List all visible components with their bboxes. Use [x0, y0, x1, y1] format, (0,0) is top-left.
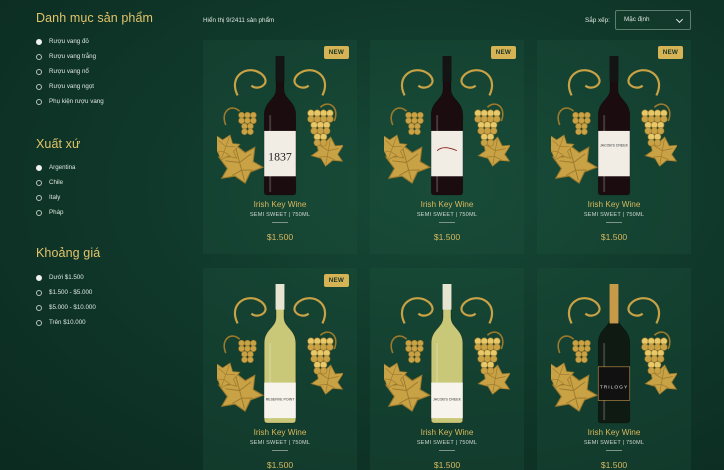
category-option-label: Rượu vang nổ [49, 68, 89, 75]
sort-label: Sắp xếp: [585, 17, 610, 24]
radio-icon[interactable] [36, 274, 42, 281]
radio-icon[interactable] [36, 319, 42, 326]
product-price: $1.500 [433, 460, 461, 470]
origin-option[interactable]: Pháp [36, 205, 81, 220]
origin-option-label: Italy [49, 194, 61, 201]
radio-icon[interactable] [36, 209, 42, 216]
price-option-label: $5.000 - $10.000 [49, 304, 96, 311]
product-card[interactable]: NEW Irish Key Wine SEMI SWEET | 750ML $1.50… [370, 40, 524, 254]
price-option[interactable]: Trên $10.000 [36, 315, 100, 330]
price-option[interactable]: Dưới $1.500 [36, 270, 100, 285]
origin-option[interactable]: Chile [36, 175, 81, 190]
product-name[interactable]: Irish Key Wine [203, 200, 357, 209]
category-option-label: Rượu vang trắng [49, 53, 97, 60]
radio-icon[interactable] [36, 98, 42, 105]
price-option[interactable]: $1.500 - $5.000 [36, 285, 100, 300]
radio-icon[interactable] [36, 289, 42, 296]
price-option-label: $1.500 - $5.000 [49, 289, 93, 296]
radio-icon[interactable] [36, 304, 42, 311]
product-meta: SEMI SWEET | 750ML [416, 440, 478, 446]
category-options: Rượu vang đỏ Rượu vang trắng Rượu vang nổ R… [36, 34, 153, 109]
origin-filter-title: Xuất xứ [36, 137, 81, 151]
product-image[interactable] [376, 55, 512, 196]
product-card[interactable]: JACOB'S CREEK Irish Key Wine SEMI SWEET | … [370, 268, 524, 470]
product-meta: SEMI SWEET | 750ML [583, 440, 645, 446]
category-option[interactable]: Rượu vang đỏ [36, 34, 153, 49]
category-option-label: Rượu vang ngọt [49, 83, 95, 90]
price-option[interactable]: $5.000 - $10.000 [36, 300, 100, 315]
product-name[interactable]: Irish Key Wine [370, 200, 524, 209]
svg-text:JACOB'S CREEK: JACOB'S CREEK [600, 144, 629, 148]
product-price: $1.500 [266, 460, 294, 470]
product-meta: SEMI SWEET | 750ML [249, 440, 311, 446]
svg-text:RESERVE POINT: RESERVE POINT [266, 397, 295, 401]
svg-text:JACOB'S CREEK: JACOB'S CREEK [433, 397, 462, 401]
product-toolbar: Hiển thị 9/2411 sản phẩm Sắp xếp: Mặc đị… [203, 10, 691, 32]
svg-text:1837: 1837 [268, 150, 292, 164]
divider [606, 222, 622, 223]
origin-option-label: Pháp [49, 209, 64, 216]
product-card[interactable]: 1837 NEW Irish Key Wine SEMI SWEET | 750ML $… [203, 40, 357, 254]
product-image[interactable]: RESERVE POINT [209, 283, 345, 424]
sort-dropdown[interactable]: Mặc định [615, 10, 691, 30]
product-name[interactable]: Irish Key Wine [537, 200, 691, 209]
radio-icon[interactable] [36, 179, 42, 186]
origin-option-label: Chile [49, 179, 64, 186]
product-image[interactable]: JACOB'S CREEK [376, 283, 512, 424]
divider [439, 450, 455, 451]
product-meta: SEMI SWEET | 750ML [416, 212, 478, 218]
new-badge: NEW [490, 46, 516, 59]
radio-icon[interactable] [36, 164, 42, 171]
divider [439, 222, 455, 223]
product-price: $1.500 [433, 232, 461, 242]
price-filter-title: Khoảng giá [36, 246, 101, 260]
result-count: Hiển thị 9/2411 sản phẩm [203, 17, 275, 24]
new-badge: NEW [323, 46, 349, 59]
radio-icon[interactable] [36, 68, 42, 75]
product-price: $1.500 [600, 460, 628, 470]
product-name[interactable]: Irish Key Wine [537, 428, 691, 437]
product-price: $1.500 [600, 232, 628, 242]
product-card[interactable]: TRILOGY Irish Key Wine SEMI SWEET | 750ML $… [537, 268, 691, 470]
new-badge: NEW [657, 46, 683, 59]
product-card[interactable]: RESERVE POINT NEW Irish Key Wine SEMI SWEET… [203, 268, 357, 470]
product-name[interactable]: Irish Key Wine [203, 428, 357, 437]
radio-icon[interactable] [36, 38, 42, 45]
product-meta: SEMI SWEET | 750ML [249, 212, 311, 218]
product-price: $1.500 [266, 232, 294, 242]
origin-option-label: Argentina [49, 164, 76, 171]
divider [272, 450, 288, 451]
product-meta: SEMI SWEET | 750ML [583, 212, 645, 218]
category-filter: Danh mục sản phẩm Rượu vang đỏ Rượu vang … [36, 8, 153, 109]
radio-icon[interactable] [36, 83, 42, 90]
radio-icon[interactable] [36, 53, 42, 60]
price-option-label: Dưới $1.500 [49, 274, 84, 281]
product-image[interactable]: 1837 [209, 55, 345, 196]
svg-text:TRILOGY: TRILOGY [600, 385, 628, 391]
category-option-label: Rượu vang đỏ [49, 38, 89, 45]
category-option[interactable]: Rượu vang nổ [36, 64, 153, 79]
category-filter-title: Danh mục sản phẩm [36, 11, 154, 25]
sort-value: Mặc định [624, 16, 650, 23]
price-options: Dưới $1.500 $1.500 - $5.000 $5.000 - $10.0… [36, 270, 100, 330]
chevron-down-icon [675, 15, 684, 24]
divider [606, 450, 622, 451]
category-option-label: Phụ kiện rượu vang [49, 98, 104, 105]
product-name[interactable]: Irish Key Wine [370, 428, 524, 437]
price-filter: Khoảng giá Dưới $1.500 $1.500 - $5.000 $5.… [36, 243, 100, 330]
new-badge: NEW [323, 274, 349, 287]
product-card[interactable]: JACOB'S CREEK NEW Irish Key Wine SEMI SWEET… [537, 40, 691, 254]
origin-option[interactable]: Italy [36, 190, 81, 205]
product-image[interactable]: TRILOGY [543, 283, 679, 424]
category-option[interactable]: Phụ kiện rượu vang [36, 94, 153, 109]
origin-filter: Xuất xứ Argentina Chile Italy Pháp [36, 134, 81, 220]
category-option[interactable]: Rượu vang trắng [36, 49, 153, 64]
product-image[interactable]: JACOB'S CREEK [543, 55, 679, 196]
radio-icon[interactable] [36, 194, 42, 201]
price-option-label: Trên $10.000 [49, 319, 86, 326]
origin-option[interactable]: Argentina [36, 160, 81, 175]
divider [272, 222, 288, 223]
origin-options: Argentina Chile Italy Pháp [36, 160, 81, 220]
category-option[interactable]: Rượu vang ngọt [36, 79, 153, 94]
